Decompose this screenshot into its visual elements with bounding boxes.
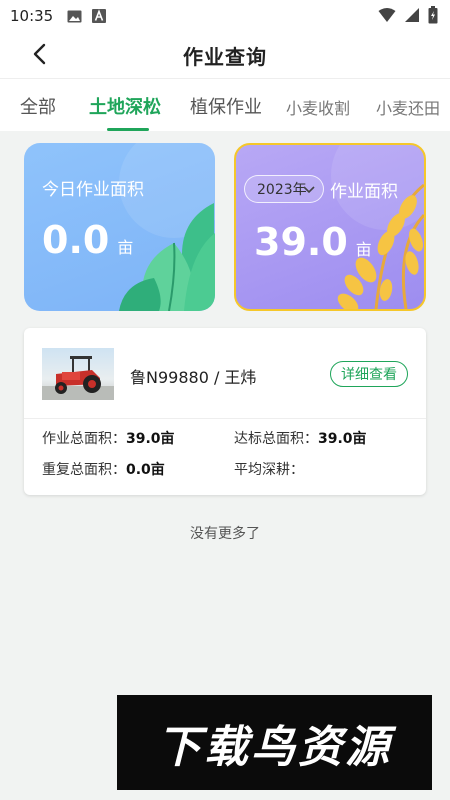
image-icon (67, 10, 82, 23)
qualified-area-label: 达标总面积： (234, 431, 318, 447)
avg-depth-stat: 平均深耕： (234, 459, 304, 479)
list-end-text: 没有更多了 (190, 526, 260, 542)
today-area-number: 0.0 (42, 218, 110, 262)
watermark-logo: 下载鸟资源 (117, 695, 432, 790)
status-right-icons (378, 6, 438, 28)
signal-icon (404, 7, 420, 27)
today-area-card: 今日作业面积 0.0 亩 (24, 143, 215, 311)
active-tab-indicator (107, 128, 149, 131)
watermark-text: 下载鸟资源 (157, 721, 392, 773)
tab-deep-loosening[interactable]: 土地深松 (89, 93, 161, 119)
vehicle-card: 鲁N99880 / 王炜 详细查看 作业总面积：39.0亩 达标总面积：39.0… (24, 328, 426, 495)
year-area-label: 作业面积 (330, 182, 398, 202)
wifi-icon (378, 7, 396, 27)
app-header: 作业查询 (0, 32, 450, 78)
tab-wheat-harvest[interactable]: 小麦收割 (286, 95, 350, 119)
total-area-stat: 作业总面积：39.0亩 (42, 428, 175, 448)
year-area-card: 2023年 作业面积 39.0 亩 (234, 143, 426, 311)
total-area-value: 39.0亩 (126, 431, 175, 447)
back-button[interactable] (24, 41, 54, 71)
vehicle-plate-owner: 鲁N99880 / 王炜 (130, 368, 257, 387)
tab-all[interactable]: 全部 (20, 93, 56, 119)
today-area-label: 今日作业面积 (42, 180, 144, 200)
avg-depth-label: 平均深耕： (234, 462, 304, 478)
repeat-area-label: 重复总面积： (42, 462, 126, 478)
today-area-value: 0.0 亩 (42, 218, 133, 262)
tab-plant-protection[interactable]: 植保作业 (190, 93, 262, 119)
year-dropdown-value: 2023年 (257, 182, 307, 198)
text-a-icon (92, 9, 107, 23)
today-area-unit: 亩 (117, 238, 134, 257)
card-divider (24, 418, 426, 419)
year-area-unit: 亩 (355, 240, 372, 259)
status-time: 10:35 (10, 7, 54, 25)
year-dropdown[interactable]: 2023年 (244, 175, 324, 203)
tab-wheat-returning[interactable]: 小麦还田 (376, 95, 440, 119)
chevron-down-icon (301, 181, 317, 201)
page-title: 作业查询 (183, 44, 267, 69)
total-area-label: 作业总面积： (42, 431, 126, 447)
view-details-button[interactable]: 详细查看 (330, 361, 408, 387)
repeat-area-value: 0.0亩 (126, 462, 165, 478)
year-area-number: 39.0 (254, 220, 348, 264)
category-tabs: 全部 土地深松 植保作业 小麦收割 小麦还田 (0, 78, 450, 131)
qualified-area-value: 39.0亩 (318, 431, 367, 447)
year-area-value: 39.0 亩 (254, 220, 372, 264)
tractor-icon (42, 356, 114, 400)
repeat-area-stat: 重复总面积：0.0亩 (42, 459, 165, 479)
qualified-area-stat: 达标总面积：39.0亩 (234, 428, 367, 448)
battery-icon (428, 6, 438, 28)
tractor-photo (42, 348, 114, 400)
back-arrow-icon (32, 43, 46, 69)
status-bar: 10:35 (0, 0, 450, 32)
